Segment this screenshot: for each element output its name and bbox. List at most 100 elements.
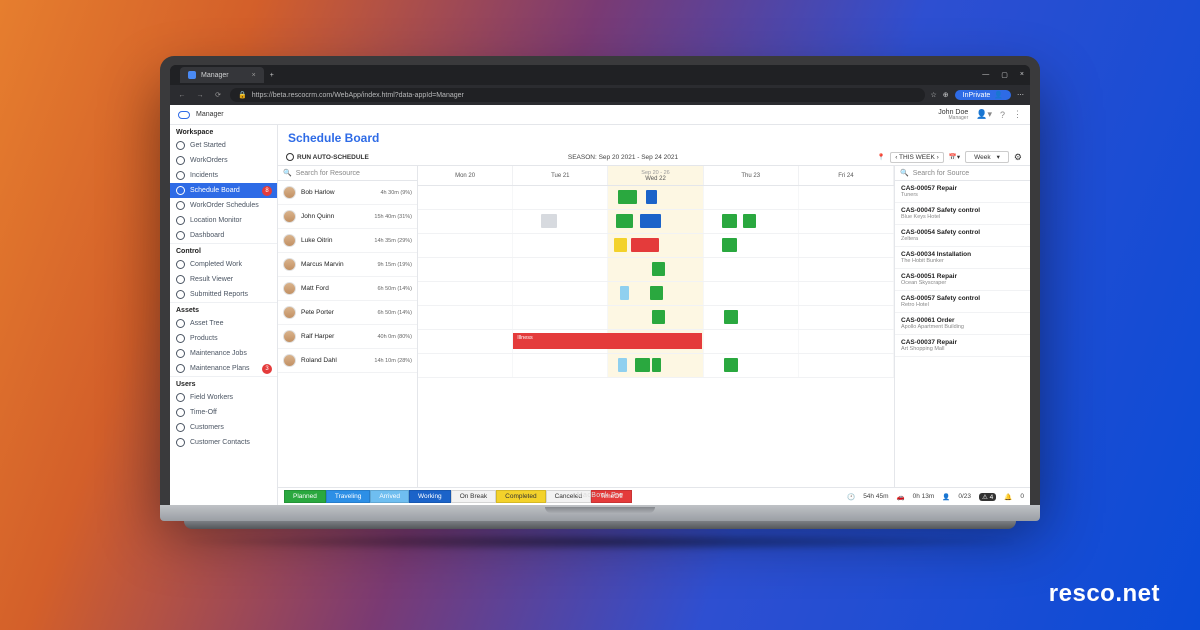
location-icon[interactable]: 📍 [877,153,885,161]
schedule-bar[interactable] [652,310,665,324]
gantt-cell[interactable] [799,330,894,353]
resource-row[interactable]: Matt Ford6h 50m (14%) [278,277,417,301]
close-tab-icon[interactable]: × [252,72,256,79]
gantt-cell[interactable] [513,234,608,257]
source-item[interactable]: CAS-00051 RepairOcean Skyscraper [895,269,1030,291]
gantt-day-header[interactable]: Sep 20 - 26Wed 22 [608,166,703,185]
gantt-cell[interactable] [513,306,608,329]
gantt-cell[interactable] [418,282,513,305]
user-icon[interactable]: 👤▾ [976,109,992,120]
sidebar-item[interactable]: Time-Off [170,405,277,420]
this-week-nav[interactable]: ‹ THIS WEEK › [890,152,944,163]
schedule-bar[interactable] [722,238,736,252]
reload-icon[interactable]: ⟳ [212,91,224,99]
gantt-cell[interactable] [704,306,799,329]
schedule-bar[interactable] [620,286,629,300]
search-resource[interactable]: 🔍 Search for Resource [278,166,417,181]
sidebar-item[interactable]: Submitted Reports [170,287,277,302]
more-icon[interactable]: ⋮ [1013,109,1022,120]
browser-tab[interactable]: Manager × [180,67,264,83]
run-auto-schedule-button[interactable]: RUN AUTO-SCHEDULE [286,153,369,161]
sidebar-item[interactable]: Location Monitor [170,213,277,228]
schedule-bar[interactable] [640,214,661,228]
gantt-cell[interactable] [608,354,703,377]
status-legend-planned[interactable]: Planned [284,490,326,503]
gantt-cell[interactable] [608,210,703,233]
gantt-cell[interactable] [704,330,799,353]
sidebar-item[interactable]: Maintenance Jobs [170,346,277,361]
status-legend-completed[interactable]: Completed [496,490,545,503]
gantt-cell[interactable] [799,354,894,377]
sidebar-item[interactable]: WorkOrders [170,153,277,168]
schedule-bar[interactable] [616,214,633,228]
sidebar-item[interactable]: Completed Work [170,257,277,272]
help-icon[interactable]: ? [1000,110,1005,120]
gantt-cell[interactable] [513,282,608,305]
source-item[interactable]: CAS-00034 InstallationThe Hobit Bunker [895,247,1030,269]
gantt-cell[interactable]: Illness [513,330,608,353]
extension-icon-2[interactable]: ⊕ [943,91,949,99]
gantt-cell[interactable] [418,330,513,353]
status-legend-traveling[interactable]: Traveling [326,490,371,503]
gantt-day-header[interactable]: Thu 23 [704,166,799,185]
back-icon[interactable]: ← [176,92,188,99]
gantt-cell[interactable] [608,282,703,305]
status-legend-arrived[interactable]: Arrived [370,490,409,503]
sidebar-item[interactable]: Maintenance Plans3 [170,361,277,376]
menu-icon[interactable]: ⋯ [1017,91,1024,99]
gantt-cell[interactable] [513,186,608,209]
gantt-day-header[interactable]: Mon 20 [418,166,513,185]
schedule-bar[interactable] [618,190,637,204]
forward-icon[interactable]: → [194,92,206,99]
schedule-bar[interactable] [743,214,756,228]
schedule-bar[interactable] [631,238,659,252]
search-source[interactable]: 🔍 Search for Source [895,166,1030,181]
close-window-icon[interactable]: × [1020,71,1024,79]
source-item[interactable]: CAS-00057 Safety controlRetro Hotel [895,291,1030,313]
gantt-cell[interactable] [799,258,894,281]
gantt-cell[interactable] [513,210,608,233]
calendar-icon[interactable]: 📅▾ [949,153,960,161]
sidebar-item[interactable]: Asset Tree [170,316,277,331]
extension-icon[interactable]: ☆ [931,91,937,99]
gantt-cell[interactable] [418,186,513,209]
schedule-bar[interactable] [635,358,650,372]
inprivate-badge[interactable]: InPrivate 👤 [955,90,1011,100]
timeoff-bar[interactable]: Illness [513,333,701,349]
gantt-cell[interactable] [418,306,513,329]
resource-row[interactable]: Roland Dahl14h 10m (28%) [278,349,417,373]
sidebar-item[interactable]: Result Viewer [170,272,277,287]
sidebar-item[interactable]: WorkOrder Schedules [170,198,277,213]
resource-row[interactable]: Marcus Marvin9h 15m (19%) [278,253,417,277]
resource-row[interactable]: John Quinn15h 40m (31%) [278,205,417,229]
gantt-cell[interactable] [513,258,608,281]
sidebar-item[interactable]: Customer Contacts [170,435,277,450]
gantt-cell[interactable] [418,234,513,257]
resource-row[interactable]: Ralf Harper40h 0m (80%) [278,325,417,349]
source-item[interactable]: CAS-00061 OrderApollo Apartment Building [895,313,1030,335]
schedule-bar[interactable] [614,238,627,252]
gantt-cell[interactable] [799,306,894,329]
sidebar-item[interactable]: Customers [170,420,277,435]
gantt-cell[interactable] [418,210,513,233]
gantt-cell[interactable] [418,354,513,377]
gantt-cell[interactable] [418,258,513,281]
resource-row[interactable]: Bob Harlow4h 30m (9%) [278,181,417,205]
schedule-bar[interactable] [646,190,657,204]
sidebar-item[interactable]: Get Started [170,138,277,153]
schedule-bar[interactable] [541,214,556,228]
source-item[interactable]: CAS-00047 Safety controlBlue Keys Hotel [895,203,1030,225]
gantt-cell[interactable] [608,186,703,209]
gantt-cell[interactable] [704,258,799,281]
status-legend-working[interactable]: Working [409,490,451,503]
sidebar-item[interactable]: Dashboard [170,228,277,243]
schedule-bar[interactable] [652,358,661,372]
source-item[interactable]: CAS-00037 RepairArt Shopping Mall [895,335,1030,357]
gantt-cell[interactable] [704,354,799,377]
new-tab-button[interactable]: + [270,72,274,79]
gantt-cell[interactable] [799,282,894,305]
gantt-day-header[interactable]: Tue 21 [513,166,608,185]
gantt-cell[interactable] [608,258,703,281]
sidebar-item[interactable]: Field Workers [170,390,277,405]
status-legend-on break[interactable]: On Break [451,490,496,503]
